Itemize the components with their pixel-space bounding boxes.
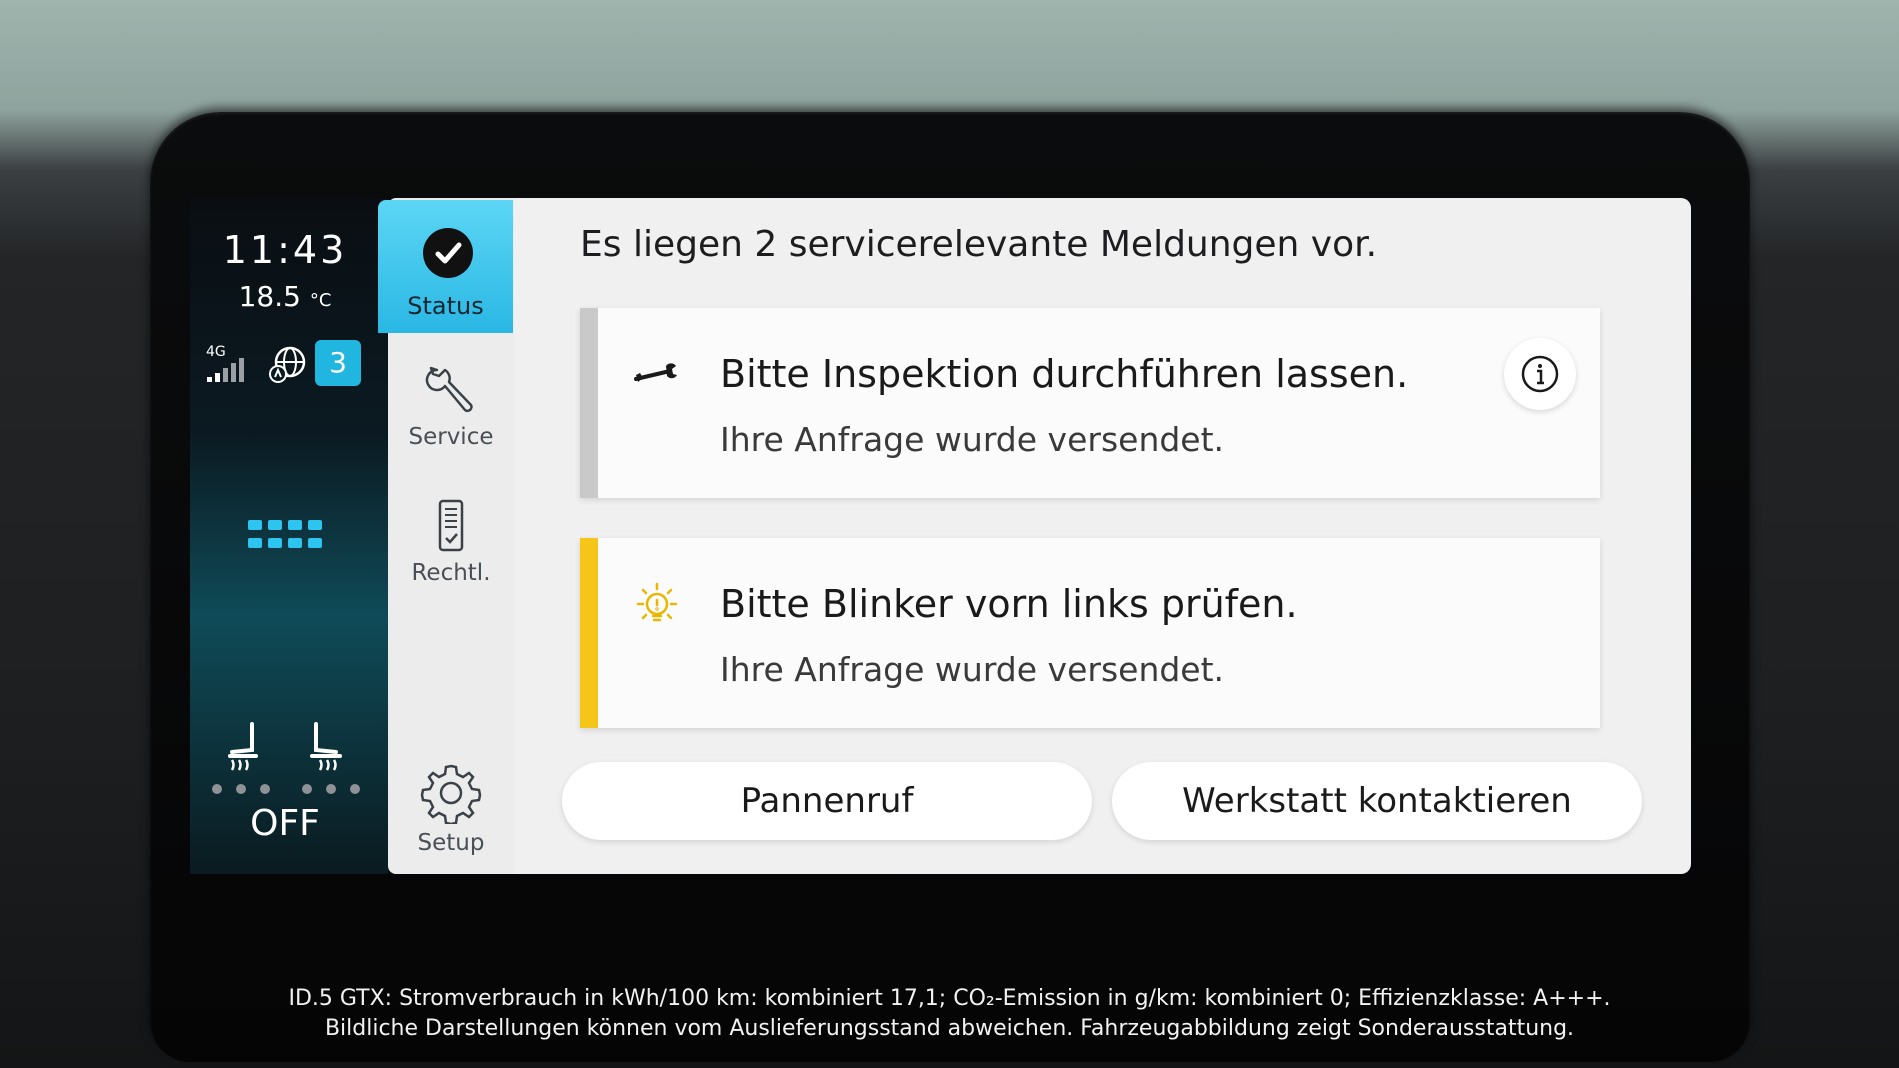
message-subtitle: Ihre Anfrage wurde versendet.	[720, 420, 1225, 459]
seat-heating-right-icon[interactable]	[302, 720, 348, 774]
message-title: Bitte Blinker vorn links prüfen.	[720, 582, 1298, 626]
wrench-icon	[425, 366, 473, 413]
clock: 11:43	[222, 228, 348, 272]
temperature-unit: °C	[309, 290, 332, 311]
nav-item-setup[interactable]: Setup	[388, 762, 514, 856]
check-circle-icon	[423, 228, 473, 278]
seat-heating-left-icon[interactable]	[222, 720, 268, 774]
nav-item-label: Rechtl.	[411, 560, 491, 586]
message-subtitle: Ihre Anfrage wurde versendet.	[720, 650, 1225, 689]
gear-icon	[420, 764, 482, 826]
document-icon	[438, 499, 464, 552]
app-menu-icon[interactable]	[248, 520, 322, 548]
breakdown-call-button[interactable]: Pannenruf	[562, 762, 1092, 840]
nav-item-label: Status	[407, 292, 484, 320]
signal-strength-icon	[207, 358, 244, 382]
seat-heating-state[interactable]: OFF	[190, 803, 380, 844]
info-button[interactable]	[1504, 338, 1576, 410]
outside-temperature: 18.5 °C	[190, 280, 380, 313]
bulb-warning-icon	[636, 582, 678, 622]
service-message-card[interactable]: Bitte Blinker vorn links prüfen. Ihre An…	[580, 538, 1600, 728]
nav-item-status[interactable]: Status	[378, 200, 513, 333]
notification-badge[interactable]: 3	[315, 340, 361, 386]
info-icon	[1521, 355, 1559, 393]
disclaimer-line-1: ID.5 GTX: Stromverbrauch in kWh/100 km: …	[288, 986, 1611, 1011]
contact-workshop-button[interactable]: Werkstatt kontaktieren	[1112, 762, 1642, 840]
nav-item-service[interactable]: Service	[388, 362, 514, 450]
page-title: Es liegen 2 servicerelevante Meldungen v…	[580, 224, 1378, 265]
seat-heating-right-level	[302, 784, 360, 794]
online-services-icon[interactable]	[268, 344, 308, 384]
disclaimer-line-2: Bildliche Darstellungen können vom Ausli…	[324, 1016, 1575, 1041]
nav-item-label: Service	[408, 424, 494, 450]
message-accent-bar	[580, 308, 598, 498]
service-message-card[interactable]: Bitte Inspektion durchführen lassen. Ihr…	[580, 308, 1600, 498]
wrench-icon	[634, 363, 677, 382]
message-accent-bar	[580, 538, 598, 728]
message-title: Bitte Inspektion durchführen lassen.	[720, 352, 1409, 396]
seat-heating-left-level	[212, 784, 270, 794]
temperature-value: 18.5	[238, 280, 301, 313]
nav-item-label: Setup	[417, 830, 485, 856]
nav-item-legal[interactable]: Rechtl.	[388, 498, 514, 586]
